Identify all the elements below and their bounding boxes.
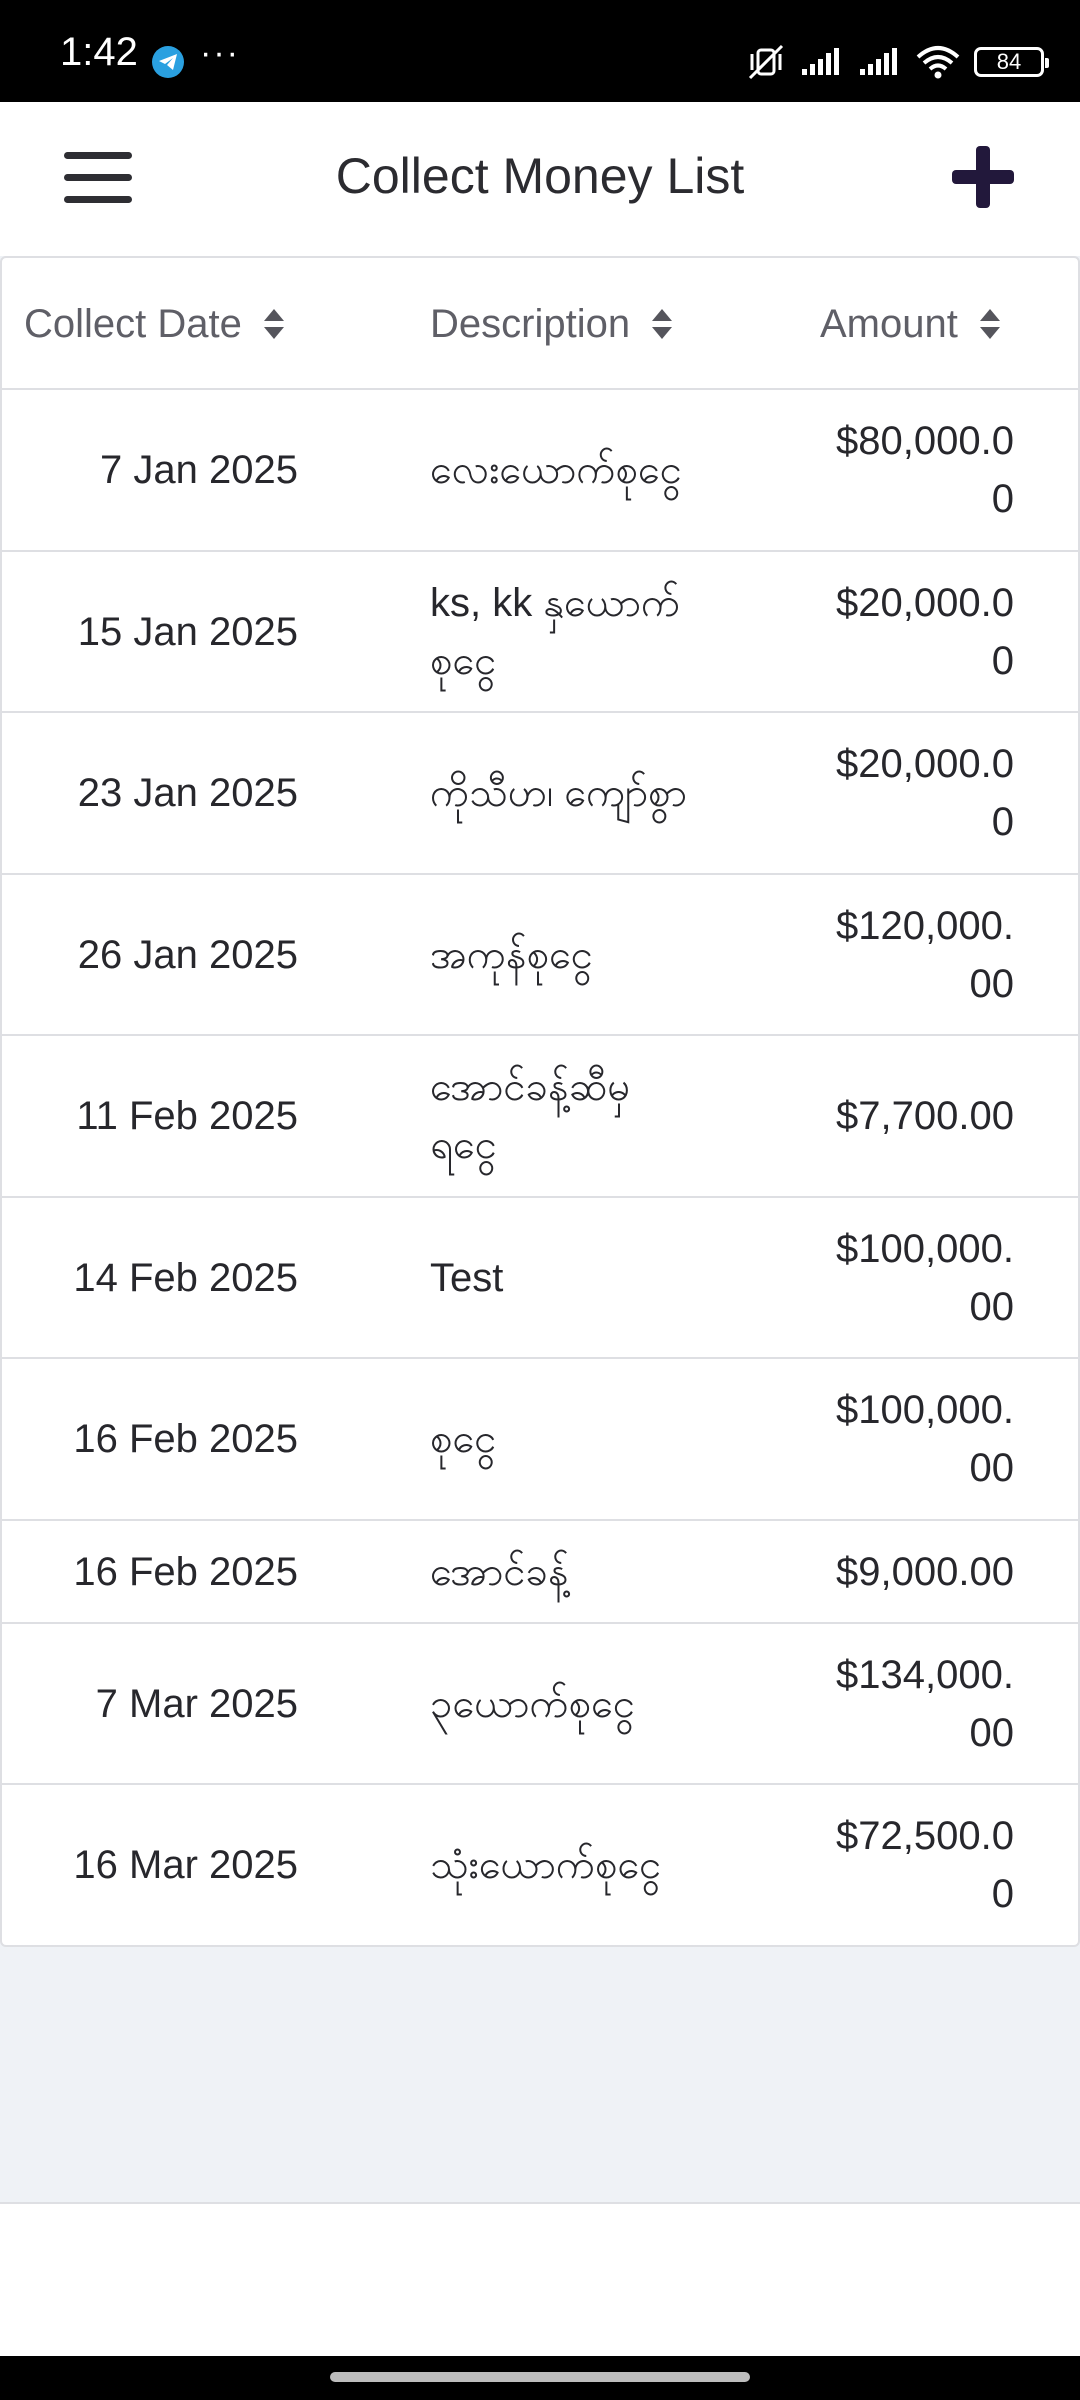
footer-area [0,2202,1080,2356]
description-cell: Test [430,1255,504,1300]
collect-money-table: Collect Date Description Amount 7 Jan 20… [0,256,1080,1947]
table-row[interactable]: 16 Feb 2025 စုငွေ $100,000.00 [2,1359,1078,1521]
table-row[interactable]: 16 Mar 2025 သုံးယောက်စုငွေ $72,500.00 [2,1785,1078,1945]
description-cell: ၃ယောက်စုငွေ [430,1681,636,1726]
collect-date-cell: 7 Mar 2025 [95,1681,298,1726]
table-row[interactable]: 11 Feb 2025 အောင်ခန့်ဆီမှရငွေ $7,700.00 [2,1036,1078,1198]
signal-icon [802,48,839,75]
wifi-icon [916,46,960,79]
amount-cell: $100,000.00 [836,1226,1014,1329]
telegram-icon [152,46,184,78]
amount-cell: $134,000.00 [836,1652,1014,1755]
table-row[interactable]: 15 Jan 2025 ks, kk နှယောက်စုငွေ $20,000.… [2,552,1078,713]
system-nav-bar [0,2356,1080,2400]
amount-cell: $9,000.00 [836,1549,1014,1594]
app-header: Collect Money List [0,102,1080,256]
collect-date-cell: 26 Jan 2025 [77,932,298,977]
collect-date-cell: 16 Feb 2025 [73,1549,298,1594]
description-cell: ks, kk နှယောက်စုငွေ [430,580,681,683]
description-cell: သုံးယောက်စုငွေ [430,1843,662,1887]
collect-date-cell: 7 Jan 2025 [100,448,298,492]
more-notifications-icon: ··· [200,34,240,72]
description-cell: ကိုသီဟ၊ ကျော်စွာ [430,771,687,815]
page-title: Collect Money List [335,148,745,204]
column-header-label: Amount [820,301,958,346]
collect-date-cell: 11 Feb 2025 [76,1094,298,1138]
battery-icon: 84 [974,47,1049,77]
home-indicator[interactable] [330,2372,750,2382]
description-cell: စုငွေ [430,1417,497,1461]
table-row[interactable]: 7 Jan 2025 လေးယောက်စုငွေ $80,000.00 [2,390,1078,552]
collect-date-cell: 14 Feb 2025 [73,1255,298,1300]
amount-cell: $72,500.00 [836,1814,1014,1916]
sort-icon [979,307,1000,341]
amount-cell: $7,700.00 [836,1094,1014,1138]
table-row[interactable]: 26 Jan 2025 အကုန်စုငွေ $120,000.00 [2,875,1078,1036]
add-collection-button[interactable] [952,146,1014,208]
amount-cell: $20,000.00 [836,742,1014,844]
amount-cell: $100,000.00 [836,1388,1014,1490]
status-bar: 1:42 ··· 84 [0,0,1080,102]
column-header-label: Collect Date [24,301,242,346]
table-header-row: Collect Date Description Amount [2,258,1078,390]
column-header-amount[interactable]: Amount [820,258,1000,390]
description-cell: အောင်ခန့် [430,1549,569,1594]
status-time: 1:42 [60,30,138,74]
sort-icon [652,307,673,341]
collect-date-cell: 16 Mar 2025 [73,1843,298,1887]
description-cell: အောင်ခန့်ဆီမှရငွေ [430,1065,631,1167]
signal-icon [860,48,897,75]
collect-date-cell: 15 Jan 2025 [77,609,298,654]
column-header-description[interactable]: Description [430,258,673,390]
status-icons: 84 [746,40,1049,84]
description-cell: အကုန်စုငွေ [430,932,593,977]
table-row[interactable]: 14 Feb 2025 Test $100,000.00 [2,1198,1078,1359]
table-row[interactable]: 16 Feb 2025 အောင်ခန့် $9,000.00 [2,1521,1078,1624]
amount-cell: $20,000.00 [836,580,1014,683]
description-cell: လေးယောက်စုငွေ [430,448,682,492]
amount-cell: $120,000.00 [836,903,1014,1006]
collect-date-cell: 23 Jan 2025 [77,771,298,815]
sort-icon [263,307,284,341]
column-header-collect-date[interactable]: Collect Date [24,258,284,390]
table-row[interactable]: 23 Jan 2025 ကိုသီဟ၊ ကျော်စွာ $20,000.00 [2,713,1078,875]
collect-date-cell: 16 Feb 2025 [73,1417,298,1461]
amount-cell: $80,000.00 [836,419,1014,521]
mute-vibrate-icon [748,44,784,80]
column-header-label: Description [430,301,631,346]
table-row[interactable]: 7 Mar 2025 ၃ယောက်စုငွေ $134,000.00 [2,1624,1078,1785]
main-content: Collect Date Description Amount 7 Jan 20… [0,256,1080,2202]
